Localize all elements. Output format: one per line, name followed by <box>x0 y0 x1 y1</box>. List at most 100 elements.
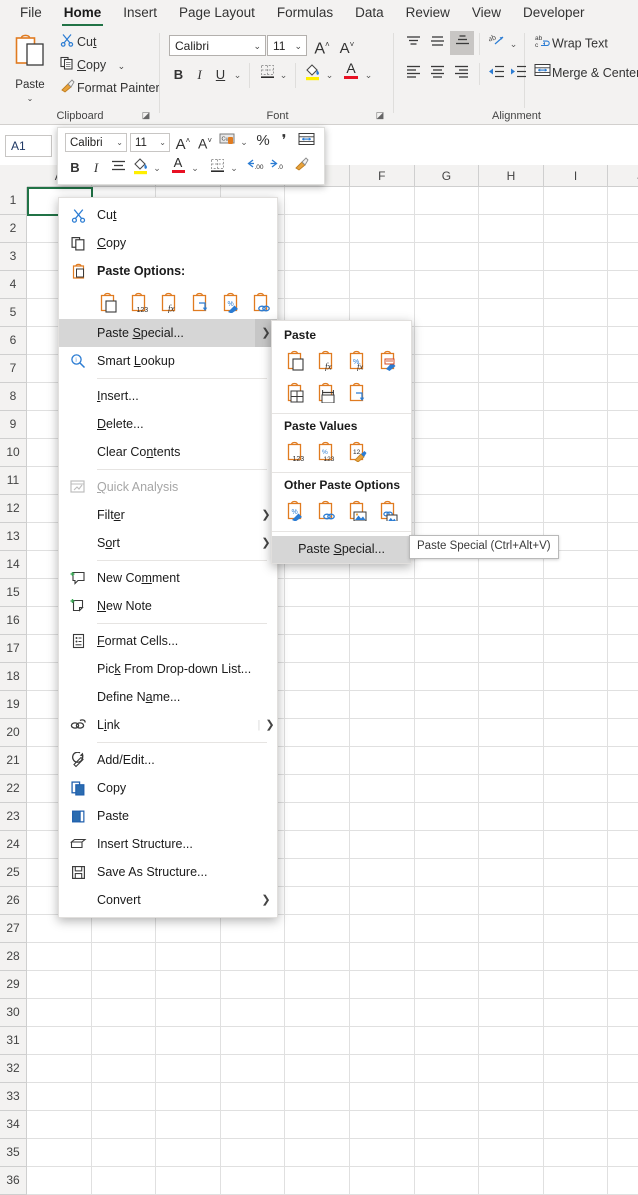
cell-A32[interactable] <box>27 1055 92 1083</box>
row-header-15[interactable]: 15 <box>0 579 27 607</box>
row-header-11[interactable]: 11 <box>0 467 27 495</box>
cell-I8[interactable] <box>544 383 609 411</box>
cell-H34[interactable] <box>479 1111 544 1139</box>
menu-item-pick-from-drop-down-list[interactable]: Pick From Drop-down List... <box>59 655 277 683</box>
menu-item-convert[interactable]: Convert❯ <box>59 886 277 914</box>
cell-A30[interactable] <box>27 999 92 1027</box>
cell-I29[interactable] <box>544 971 609 999</box>
copy-button[interactable]: Copy ⌄ <box>57 55 125 75</box>
cell-J31[interactable] <box>608 1027 638 1055</box>
cell-H28[interactable] <box>479 943 544 971</box>
row-header-18[interactable]: 18 <box>0 663 27 691</box>
row-header-23[interactable]: 23 <box>0 803 27 831</box>
cell-E28[interactable] <box>285 943 350 971</box>
cell-J29[interactable] <box>608 971 638 999</box>
cell-F3[interactable] <box>350 243 415 271</box>
percent-style-button[interactable]: % <box>253 131 273 151</box>
borders-button[interactable] <box>256 64 278 86</box>
row-header-22[interactable]: 22 <box>0 775 27 803</box>
cell-G18[interactable] <box>415 663 480 691</box>
submenu-paste-special-button[interactable]: Paste Special... <box>272 536 411 563</box>
row-header-26[interactable]: 26 <box>0 887 27 915</box>
cell-E24[interactable] <box>285 831 350 859</box>
cell-J18[interactable] <box>608 663 638 691</box>
cell-E32[interactable] <box>285 1055 350 1083</box>
cell-J7[interactable] <box>608 355 638 383</box>
align-center-button[interactable] <box>426 63 448 85</box>
cell-D28[interactable] <box>221 943 286 971</box>
cell-G19[interactable] <box>415 691 480 719</box>
row-header-35[interactable]: 35 <box>0 1139 27 1167</box>
cell-G2[interactable] <box>415 215 480 243</box>
cell-D36[interactable] <box>221 1167 286 1195</box>
cell-G1[interactable] <box>415 187 480 215</box>
cell-E16[interactable] <box>285 607 350 635</box>
cell-C36[interactable] <box>156 1167 221 1195</box>
cell-E19[interactable] <box>285 691 350 719</box>
cell-J28[interactable] <box>608 943 638 971</box>
cell-I22[interactable] <box>544 775 609 803</box>
cell-E27[interactable] <box>285 915 350 943</box>
cell-D34[interactable] <box>221 1111 286 1139</box>
cell-A33[interactable] <box>27 1083 92 1111</box>
cell-G21[interactable] <box>415 747 480 775</box>
cell-F21[interactable] <box>350 747 415 775</box>
cell-C35[interactable] <box>156 1139 221 1167</box>
cell-I2[interactable] <box>544 215 609 243</box>
cell-G33[interactable] <box>415 1083 480 1111</box>
cell-I35[interactable] <box>544 1139 609 1167</box>
orientation-button[interactable]: ab <box>486 32 508 54</box>
cell-D29[interactable] <box>221 971 286 999</box>
cell-I23[interactable] <box>544 803 609 831</box>
cell-G16[interactable] <box>415 607 480 635</box>
cell-C34[interactable] <box>156 1111 221 1139</box>
cell-H15[interactable] <box>479 579 544 607</box>
cell-J32[interactable] <box>608 1055 638 1083</box>
cell-J30[interactable] <box>608 999 638 1027</box>
cell-F25[interactable] <box>350 859 415 887</box>
cell-E2[interactable] <box>285 215 350 243</box>
merge-center-button[interactable] <box>295 132 317 152</box>
menu-item-paste[interactable]: Paste <box>59 802 277 830</box>
align-middle-button[interactable] <box>426 33 448 55</box>
menu-item-new-note[interactable]: New Note <box>59 592 277 620</box>
menu-item-add-edit[interactable]: Add/Edit... <box>59 746 277 774</box>
cell-J10[interactable] <box>608 439 638 467</box>
ribbon-tab-developer[interactable]: Developer <box>512 1 596 27</box>
paste-values-srcfmt-icon[interactable]: 12 <box>342 436 373 466</box>
cell-G24[interactable] <box>415 831 480 859</box>
cell-H23[interactable] <box>479 803 544 831</box>
ribbon-tab-file[interactable]: File <box>9 1 53 27</box>
cell-J19[interactable] <box>608 691 638 719</box>
cell-D27[interactable] <box>221 915 286 943</box>
ribbon-tab-insert[interactable]: Insert <box>112 1 168 27</box>
mini-decrease-font-size-button[interactable]: A˅ <box>195 131 215 151</box>
format-painter-button[interactable]: Format Painter <box>57 78 160 98</box>
cell-J33[interactable] <box>608 1083 638 1111</box>
cell-I24[interactable] <box>544 831 609 859</box>
cell-J21[interactable] <box>608 747 638 775</box>
cell-G4[interactable] <box>415 271 480 299</box>
cell-I3[interactable] <box>544 243 609 271</box>
cell-I21[interactable] <box>544 747 609 775</box>
cell-H3[interactable] <box>479 243 544 271</box>
cell-F18[interactable] <box>350 663 415 691</box>
paste-col-widths-icon[interactable] <box>311 377 342 407</box>
cell-G22[interactable] <box>415 775 480 803</box>
cell-I33[interactable] <box>544 1083 609 1111</box>
cell-A34[interactable] <box>27 1111 92 1139</box>
menu-item-insert[interactable]: Insert... <box>59 382 277 410</box>
cell-D32[interactable] <box>221 1055 286 1083</box>
cell-J23[interactable] <box>608 803 638 831</box>
cell-J16[interactable] <box>608 607 638 635</box>
cell-H33[interactable] <box>479 1083 544 1111</box>
row-header-20[interactable]: 20 <box>0 719 27 747</box>
cell-E34[interactable] <box>285 1111 350 1139</box>
cell-I25[interactable] <box>544 859 609 887</box>
align-bottom-button[interactable] <box>450 31 474 55</box>
column-header-I[interactable]: I <box>544 165 609 187</box>
cell-J3[interactable] <box>608 243 638 271</box>
column-header-H[interactable]: H <box>479 165 544 187</box>
cell-J22[interactable] <box>608 775 638 803</box>
cell-E22[interactable] <box>285 775 350 803</box>
